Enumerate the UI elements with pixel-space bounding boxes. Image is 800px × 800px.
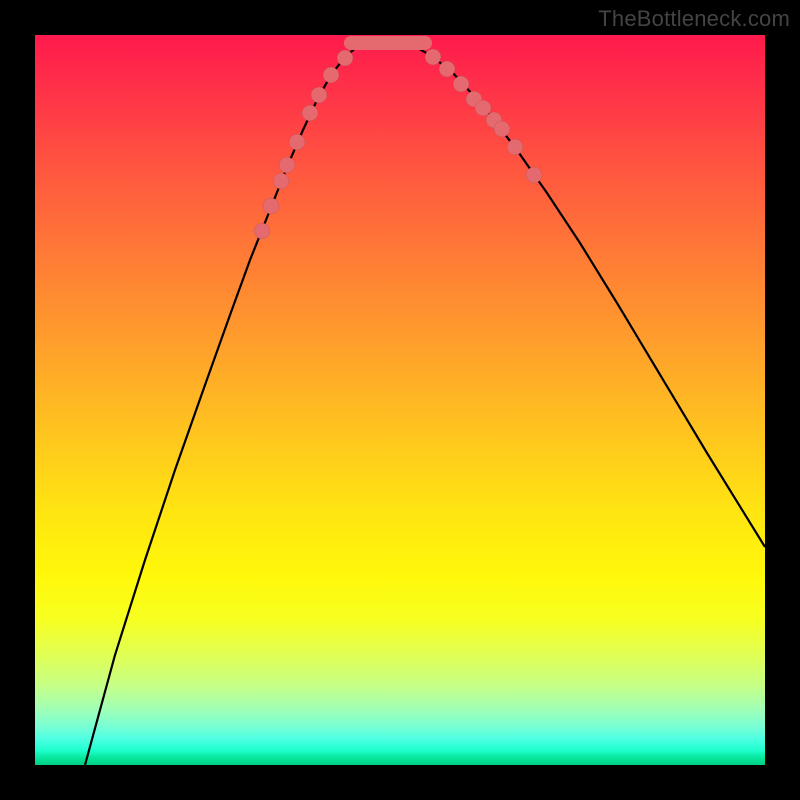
data-point xyxy=(425,49,441,65)
data-point xyxy=(273,173,289,189)
watermark-text: TheBottleneck.com xyxy=(598,6,790,32)
data-point xyxy=(323,67,339,83)
data-point xyxy=(279,157,295,173)
left-dot-cluster xyxy=(254,50,353,239)
data-point xyxy=(494,121,510,137)
data-point xyxy=(337,50,353,66)
plot-area xyxy=(35,35,765,765)
chart-svg xyxy=(35,35,765,765)
data-point xyxy=(302,105,318,121)
data-point xyxy=(311,87,327,103)
bottleneck-curve xyxy=(85,39,765,765)
data-point xyxy=(507,139,523,155)
data-point xyxy=(475,100,491,116)
data-point xyxy=(526,167,542,183)
outer-frame: TheBottleneck.com xyxy=(0,0,800,800)
data-point xyxy=(254,223,270,239)
data-point xyxy=(453,76,469,92)
data-point xyxy=(289,134,305,150)
data-point xyxy=(439,61,455,77)
data-point xyxy=(263,198,279,214)
right-dot-cluster xyxy=(425,49,542,183)
